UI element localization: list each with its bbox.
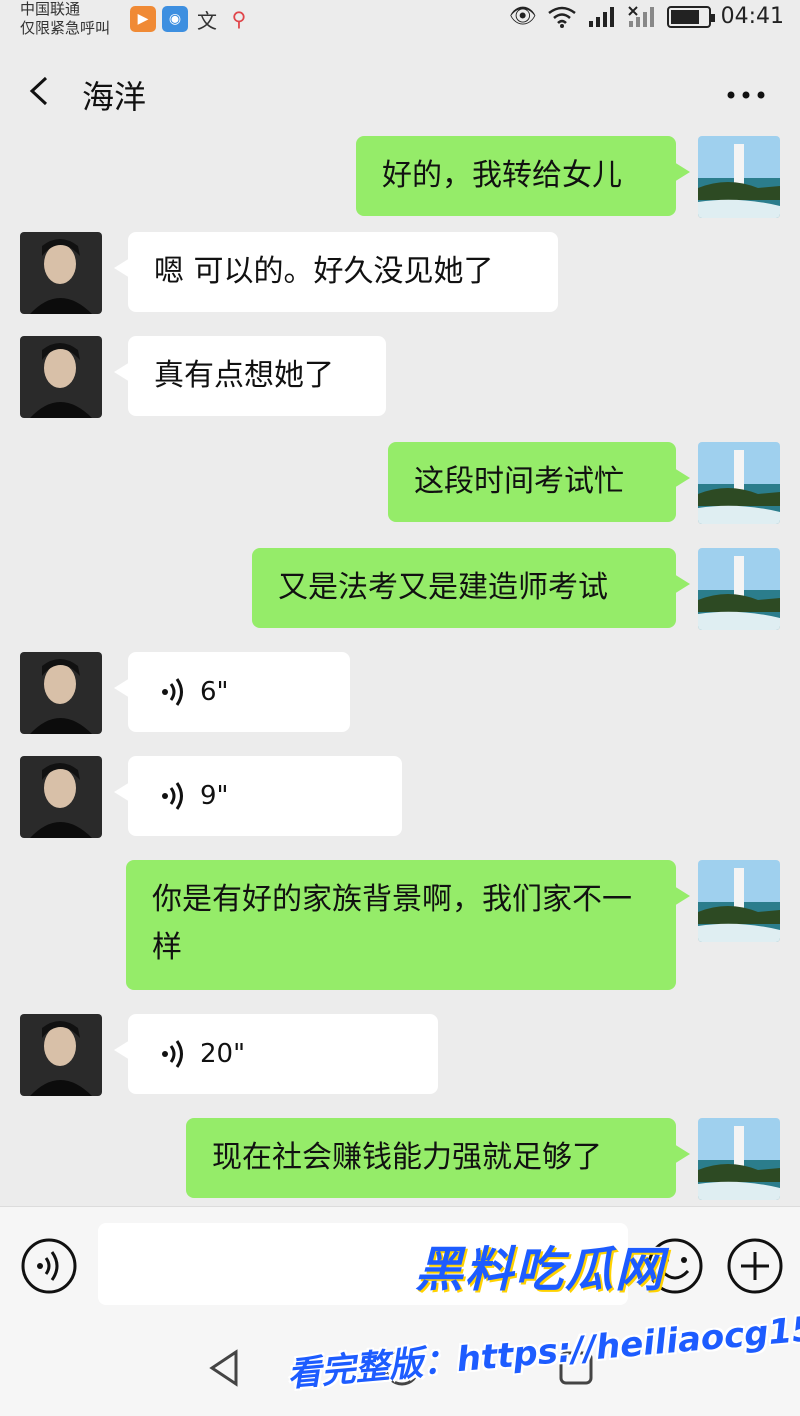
message-text: 又是法考又是建造师考试 bbox=[278, 570, 608, 605]
status-bar: 中国联通 仅限紧急呼叫 ▶ ◉ 文 ⚲ 👁 04:41 bbox=[0, 0, 800, 48]
chat-title: 海洋 bbox=[82, 78, 147, 116]
wave-app-icon: ◉ bbox=[162, 6, 188, 32]
chevron-left-icon[interactable] bbox=[26, 76, 56, 106]
status-indicators: 👁 04:41 bbox=[509, 4, 784, 29]
carrier-info: 中国联通 仅限紧急呼叫 bbox=[20, 0, 110, 38]
message-bubble[interactable]: 现在社会赚钱能力强就足够了 bbox=[186, 1118, 690, 1198]
my-avatar[interactable] bbox=[698, 442, 780, 524]
translate-icon: 文 bbox=[197, 8, 217, 33]
no-signal-icon bbox=[627, 5, 654, 27]
voice-message-bubble[interactable]: 6" bbox=[114, 652, 350, 732]
location-icon: ⚲ bbox=[231, 7, 247, 31]
contact-avatar[interactable] bbox=[20, 232, 102, 314]
carrier-name: 中国联通 bbox=[20, 0, 81, 18]
eye-icon: 👁 bbox=[508, 4, 537, 29]
message-text: 这段时间考试忙 bbox=[414, 464, 624, 499]
watermark-logo: 黑料吃瓜网 bbox=[415, 1242, 666, 1298]
contact-avatar[interactable] bbox=[20, 1014, 102, 1096]
voice-wave-icon bbox=[162, 1040, 183, 1068]
voice-duration: 20" bbox=[200, 1039, 246, 1069]
voice-message-bubble[interactable]: 9" bbox=[114, 756, 402, 836]
my-avatar[interactable] bbox=[698, 548, 780, 630]
contact-avatar[interactable] bbox=[20, 336, 102, 418]
carrier-status: 仅限紧急呼叫 bbox=[20, 19, 111, 37]
message-text: 你是有好的家族背景啊，我们家不一样 bbox=[152, 882, 632, 965]
contact-avatar[interactable] bbox=[20, 652, 102, 734]
more-dots-icon[interactable] bbox=[726, 90, 766, 100]
signal-icon bbox=[588, 6, 614, 27]
message-bubble[interactable]: 又是法考又是建造师考试 bbox=[252, 548, 690, 628]
contact-avatar[interactable] bbox=[20, 756, 102, 838]
voice-wave-icon bbox=[162, 678, 183, 706]
chat-messages: 好的，我转给女儿 嗯 可以的。好久没见她了 真有点想她了 这段时间考试忙 又是法… bbox=[0, 130, 800, 1205]
video-app-icon: ▶ bbox=[130, 6, 156, 32]
battery-icon bbox=[666, 5, 715, 28]
my-avatar[interactable] bbox=[698, 1118, 780, 1200]
voice-duration: 9" bbox=[200, 781, 229, 811]
message-bubble[interactable]: 真有点想她了 bbox=[114, 336, 386, 416]
voice-wave-icon bbox=[162, 782, 183, 810]
back-triangle-icon[interactable] bbox=[204, 1348, 244, 1388]
input-bar bbox=[0, 1206, 800, 1318]
message-bubble[interactable]: 这段时间考试忙 bbox=[388, 442, 690, 522]
my-avatar[interactable] bbox=[698, 136, 780, 218]
message-text: 现在社会赚钱能力强就足够了 bbox=[212, 1140, 602, 1175]
message-text: 嗯 可以的。好久没见她了 bbox=[154, 254, 494, 289]
my-avatar[interactable] bbox=[698, 860, 780, 942]
message-text: 好的，我转给女儿 bbox=[382, 158, 622, 193]
wifi-icon bbox=[547, 6, 576, 28]
clock: 04:41 bbox=[720, 4, 784, 29]
voice-message-bubble[interactable]: 20" bbox=[114, 1014, 438, 1094]
message-text: 真有点想她了 bbox=[154, 358, 334, 393]
message-bubble[interactable]: 你是有好的家族背景啊，我们家不一样 bbox=[126, 860, 690, 990]
voice-duration: 6" bbox=[200, 677, 229, 707]
plus-icon[interactable] bbox=[726, 1237, 784, 1295]
message-bubble[interactable]: 嗯 可以的。好久没见她了 bbox=[114, 232, 558, 312]
message-bubble[interactable]: 好的，我转给女儿 bbox=[356, 136, 690, 216]
voice-toggle-icon[interactable] bbox=[20, 1237, 78, 1295]
notification-icons: ▶ ◉ 文 ⚲ bbox=[130, 6, 252, 33]
chat-header: 海洋 bbox=[0, 50, 800, 136]
